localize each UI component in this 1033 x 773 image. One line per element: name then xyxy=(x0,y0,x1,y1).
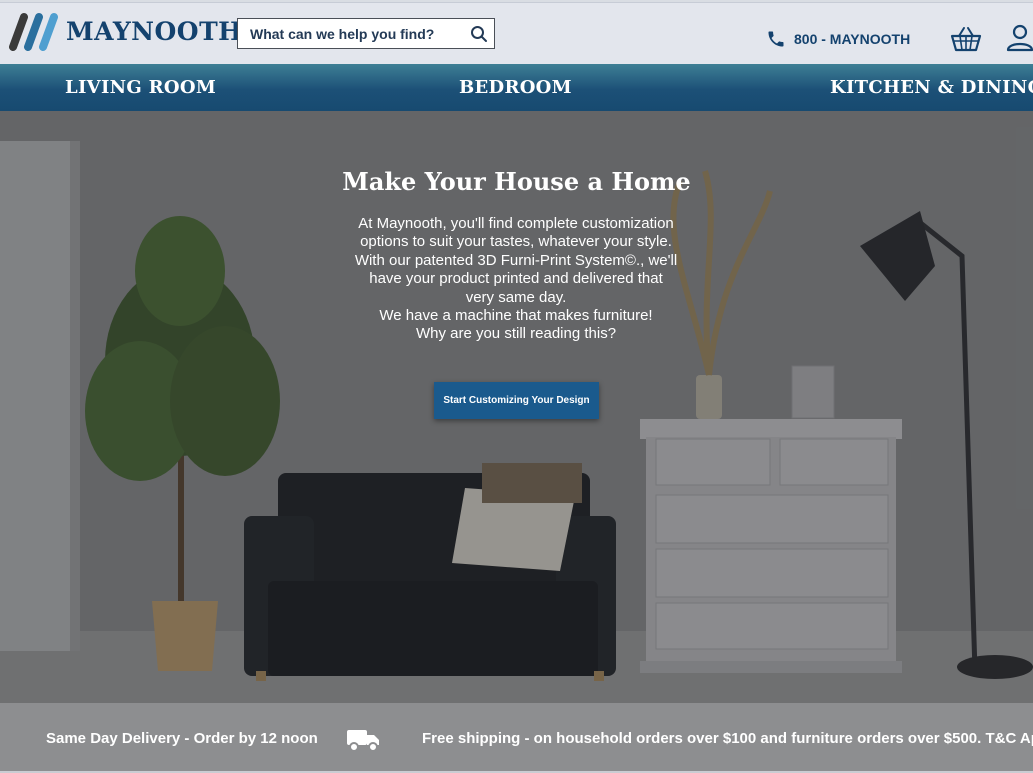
hero-line: Why are you still reading this? xyxy=(415,325,617,343)
hero-line: With our patented 3D Furni-Print System©… xyxy=(354,251,678,269)
site-header: MAYNOOTH 800 - MAYNOOTH xyxy=(0,2,1033,64)
hero-line: very same day. xyxy=(465,288,567,306)
nav-item-kitchen-dining[interactable]: KITCHEN & DINING xyxy=(830,77,1033,98)
nav-item-living-room[interactable]: LIVING ROOM xyxy=(65,77,216,98)
hero-title: Make Your House a Home xyxy=(342,167,691,196)
hero-banner: Make Your House a Home At Maynooth, you'… xyxy=(0,111,1033,703)
phone-number: 800 - MAYNOOTH xyxy=(794,31,911,47)
brand-name[interactable]: MAYNOOTH xyxy=(66,17,242,46)
hero-line: options to suit your tastes, whatever yo… xyxy=(360,233,672,251)
hero-description: At Maynooth, you'll find complete custom… xyxy=(340,215,692,344)
search-box xyxy=(237,18,495,49)
start-customizing-button[interactable]: Start Customizing Your Design xyxy=(434,382,599,419)
delivery-notice: Same Day Delivery - Order by 12 noon xyxy=(46,730,318,747)
page: MAYNOOTH 800 - MAYNOOTH LIVING ROOM xyxy=(0,0,1033,773)
promo-strip: Same Day Delivery - Order by 12 noon Fre… xyxy=(0,703,1033,771)
user-icon[interactable] xyxy=(1005,23,1033,53)
truck-icon xyxy=(347,730,379,752)
category-nav: LIVING ROOM BEDROOM KITCHEN & DINING xyxy=(0,64,1033,111)
basket-icon[interactable] xyxy=(950,25,982,53)
nav-item-bedroom[interactable]: BEDROOM xyxy=(459,77,572,98)
phone-link[interactable]: 800 - MAYNOOTH xyxy=(766,29,910,49)
search-input[interactable] xyxy=(238,19,468,48)
hero-line: At Maynooth, you'll find complete custom… xyxy=(358,215,674,232)
hero-line: have your product printed and delivered … xyxy=(369,270,663,288)
search-icon[interactable] xyxy=(470,25,488,43)
phone-icon xyxy=(768,31,784,47)
logo-icon[interactable] xyxy=(4,12,60,52)
shipping-notice: Free shipping - on household orders over… xyxy=(422,730,1033,747)
hero-line: We have a machine that makes furniture! xyxy=(379,307,653,325)
